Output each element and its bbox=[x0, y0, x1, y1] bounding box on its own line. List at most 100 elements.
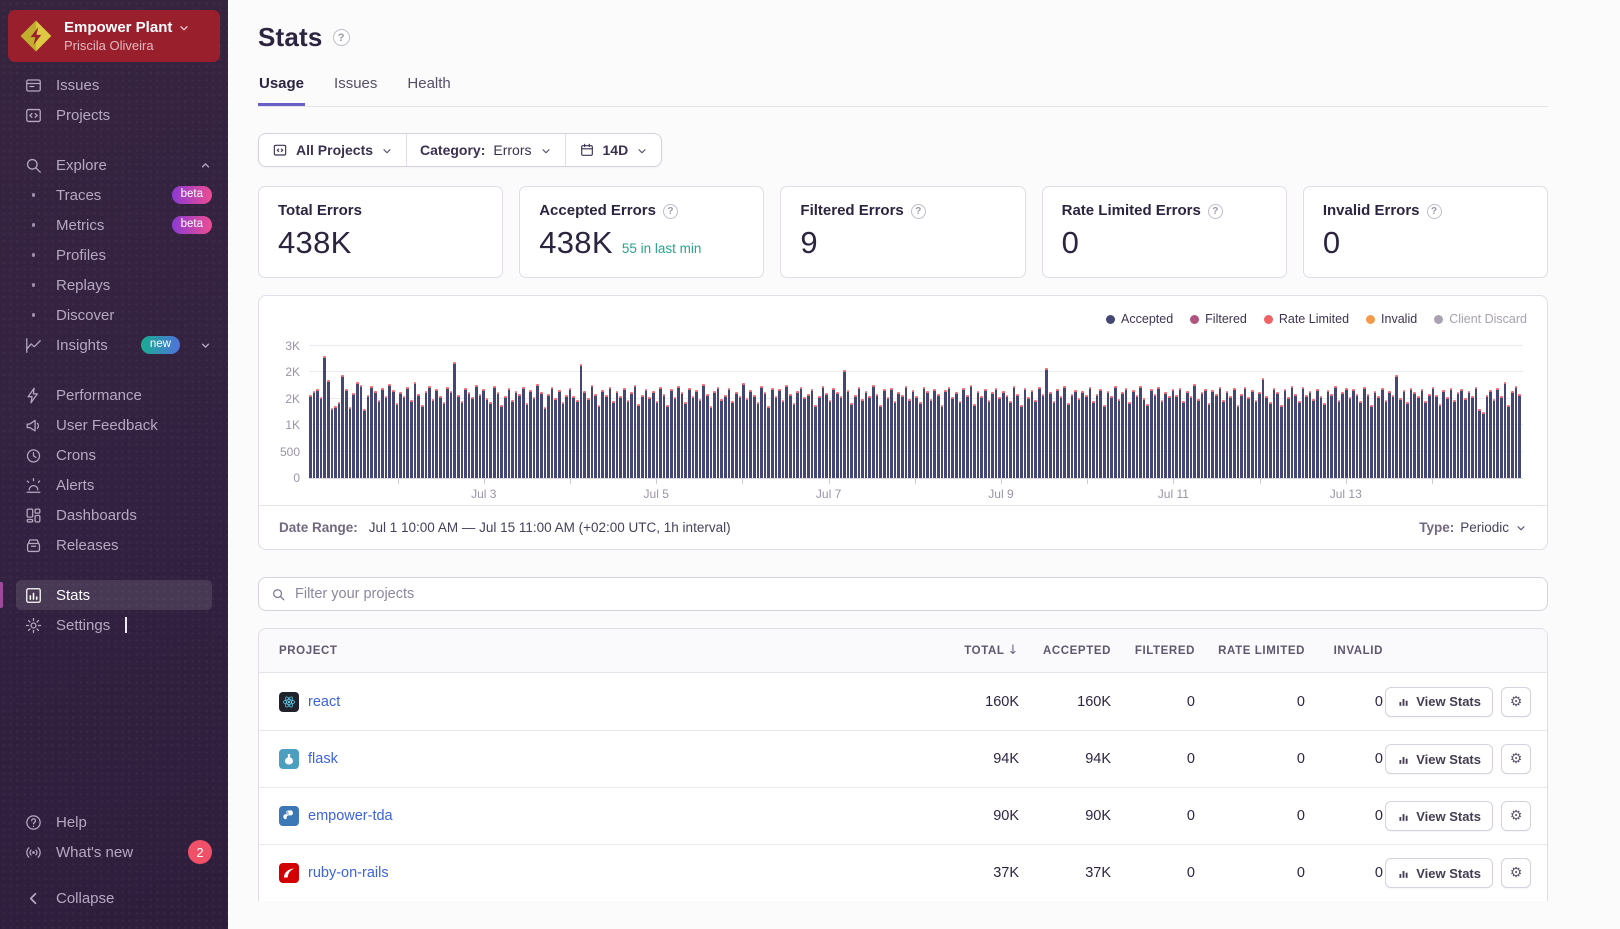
x-axis-label: Jul 13 bbox=[1330, 487, 1362, 501]
bar bbox=[345, 389, 348, 478]
bar bbox=[1287, 397, 1290, 478]
column-header-invalid[interactable]: INVALID bbox=[1305, 645, 1383, 657]
bar bbox=[692, 396, 695, 478]
bar bbox=[1247, 397, 1250, 478]
help-icon[interactable]: ? bbox=[911, 204, 926, 219]
tab-issues[interactable]: Issues bbox=[333, 75, 378, 106]
sidebar-item-replays[interactable]: Replays bbox=[0, 270, 228, 300]
gear-icon bbox=[24, 616, 43, 635]
date-range-dropdown[interactable]: 14D bbox=[565, 134, 662, 166]
org-switcher[interactable]: Empower Plant Priscila Oliveira bbox=[8, 10, 220, 62]
bar bbox=[461, 401, 464, 478]
column-header-filtered[interactable]: FILTERED bbox=[1111, 645, 1195, 657]
bar-chart[interactable]: 05001K2K2K3K bbox=[309, 346, 1523, 479]
sidebar-item-help[interactable]: Help bbox=[0, 807, 228, 837]
bar bbox=[1118, 399, 1121, 478]
tab-health[interactable]: Health bbox=[406, 75, 451, 106]
sidebar-item-user-feedback[interactable]: User Feedback bbox=[0, 410, 228, 440]
sidebar-item-alerts[interactable]: Alerts bbox=[0, 470, 228, 500]
project-settings-gear-button[interactable]: ⚙ bbox=[1501, 687, 1531, 717]
x-axis-tick bbox=[742, 479, 743, 484]
project-search-input[interactable] bbox=[295, 586, 1535, 602]
bar bbox=[1489, 390, 1492, 478]
legend-item-invalid[interactable]: Invalid bbox=[1366, 312, 1417, 326]
bar bbox=[1121, 392, 1124, 478]
legend-item-filtered[interactable]: Filtered bbox=[1190, 312, 1247, 326]
view-stats-button[interactable]: View Stats bbox=[1385, 801, 1493, 831]
bar bbox=[753, 395, 756, 478]
sidebar-item-performance[interactable]: Performance bbox=[0, 380, 228, 410]
sidebar-item-settings[interactable]: Settings bbox=[0, 610, 228, 640]
bar bbox=[1027, 397, 1030, 478]
help-icon[interactable]: ? bbox=[1427, 204, 1442, 219]
project-settings-gear-button[interactable]: ⚙ bbox=[1501, 858, 1531, 888]
project-link[interactable]: empower-tda bbox=[308, 808, 393, 824]
project-link[interactable]: react bbox=[308, 694, 340, 710]
legend-item-rate-limited[interactable]: Rate Limited bbox=[1264, 312, 1349, 326]
chart-type-dropdown[interactable]: Type: Periodic bbox=[1419, 520, 1527, 535]
column-header-rate-limited[interactable]: RATE LIMITED bbox=[1195, 645, 1305, 657]
x-axis-tick bbox=[1087, 479, 1088, 484]
bar bbox=[822, 386, 825, 478]
org-user-name: Priscila Oliveira bbox=[64, 38, 190, 53]
date-range-label: Date Range: bbox=[279, 520, 358, 535]
bar bbox=[623, 388, 626, 478]
sidebar-item-what-s-new[interactable]: What's new2 bbox=[0, 837, 228, 867]
view-stats-button[interactable]: View Stats bbox=[1385, 687, 1493, 717]
python-logo-icon bbox=[279, 806, 299, 826]
column-header-total[interactable]: TOTAL↓ bbox=[923, 643, 1019, 658]
sidebar-item-traces[interactable]: Tracesbeta bbox=[0, 180, 228, 210]
sidebar-item-discover[interactable]: Discover bbox=[0, 300, 228, 330]
bar bbox=[677, 386, 680, 478]
bar bbox=[327, 380, 330, 478]
bar bbox=[388, 384, 391, 479]
bar bbox=[1009, 401, 1012, 478]
sidebar-item-collapse[interactable]: Collapse bbox=[0, 883, 228, 913]
bar bbox=[800, 387, 803, 478]
bar bbox=[728, 388, 731, 478]
legend-item-client-discard[interactable]: Client Discard bbox=[1434, 312, 1527, 326]
bar bbox=[425, 391, 428, 478]
bar bbox=[619, 396, 622, 478]
x-axis-tick bbox=[829, 479, 830, 484]
sidebar-item-issues[interactable]: Issues bbox=[0, 70, 228, 100]
bar bbox=[1132, 390, 1135, 478]
sidebar-item-profiles[interactable]: Profiles bbox=[0, 240, 228, 270]
bar bbox=[392, 390, 395, 478]
page-help-icon[interactable]: ? bbox=[333, 29, 350, 46]
help-icon[interactable]: ? bbox=[663, 204, 678, 219]
sidebar-item-releases[interactable]: Releases bbox=[0, 530, 228, 560]
sidebar-item-label: Profiles bbox=[56, 247, 106, 264]
tab-usage[interactable]: Usage bbox=[258, 75, 305, 106]
siren-icon bbox=[24, 476, 43, 495]
sidebar-item-crons[interactable]: Crons bbox=[0, 440, 228, 470]
sidebar-item-insights[interactable]: Insightsnew bbox=[0, 330, 228, 360]
sidebar-item-dashboards[interactable]: Dashboards bbox=[0, 500, 228, 530]
bar bbox=[1208, 403, 1211, 478]
text-caret bbox=[125, 617, 127, 633]
bar bbox=[634, 385, 637, 478]
view-stats-button[interactable]: View Stats bbox=[1385, 858, 1493, 888]
bar bbox=[901, 395, 904, 478]
category-filter-dropdown[interactable]: Category: Errors bbox=[406, 134, 564, 166]
help-icon[interactable]: ? bbox=[1208, 204, 1223, 219]
column-header-accepted[interactable]: ACCEPTED bbox=[1019, 645, 1111, 657]
help-icon bbox=[24, 813, 43, 832]
project-link[interactable]: ruby-on-rails bbox=[308, 865, 389, 881]
view-stats-button[interactable]: View Stats bbox=[1385, 744, 1493, 774]
total-value: 94K bbox=[923, 751, 1019, 767]
project-filter-dropdown[interactable]: All Projects bbox=[259, 134, 406, 166]
bar bbox=[1486, 395, 1489, 478]
legend-item-accepted[interactable]: Accepted bbox=[1106, 312, 1173, 326]
sidebar-item-projects[interactable]: Projects bbox=[0, 100, 228, 130]
sidebar-item-explore[interactable]: Explore bbox=[0, 150, 228, 180]
project-link[interactable]: flask bbox=[308, 751, 338, 767]
column-header-project[interactable]: PROJECT bbox=[279, 645, 923, 657]
sidebar-item-metrics[interactable]: Metricsbeta bbox=[0, 210, 228, 240]
beta-badge: beta bbox=[172, 216, 212, 234]
sidebar-item-stats[interactable]: Stats bbox=[0, 580, 228, 610]
project-settings-gear-button[interactable]: ⚙ bbox=[1501, 744, 1531, 774]
filtered-value: 0 bbox=[1111, 694, 1195, 710]
project-settings-gear-button[interactable]: ⚙ bbox=[1501, 801, 1531, 831]
sidebar-item-label: Collapse bbox=[56, 890, 114, 907]
